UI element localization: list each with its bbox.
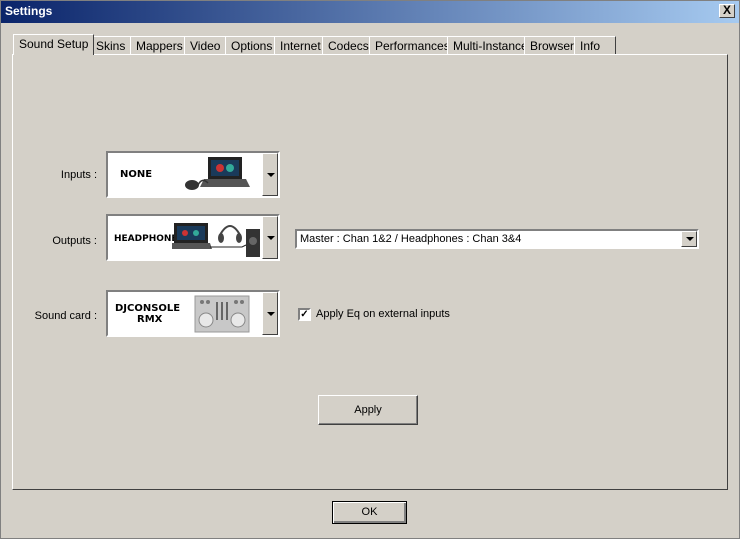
output-routing-arrow[interactable]: [681, 231, 697, 247]
sound-card-label: Sound card :: [34, 310, 97, 322]
output-routing-value: Master : Chan 1&2 / Headphones : Chan 3&…: [300, 233, 522, 245]
apply-eq-checkbox[interactable]: ✓: [298, 308, 311, 321]
tab-skins[interactable]: Skins: [90, 36, 132, 54]
inputs-device-name: NONE: [120, 169, 153, 180]
inputs-dropdown-arrow[interactable]: [262, 153, 278, 196]
tab-multi-instance[interactable]: Multi-Instance: [447, 36, 534, 54]
outputs-dropdown-arrow[interactable]: [262, 216, 278, 259]
sound-card-name-line2: RMX: [137, 314, 163, 325]
sound-card-dropdown[interactable]: DJCONSOLE RMX: [106, 290, 280, 337]
outputs-label: Outputs :: [52, 235, 97, 247]
tab-codecs[interactable]: Codecs: [322, 36, 375, 54]
dj-controller-icon: [194, 295, 250, 333]
inputs-dropdown[interactable]: NONE: [106, 151, 280, 198]
sound-card-dropdown-arrow[interactable]: [262, 292, 278, 335]
apply-button[interactable]: Apply: [318, 395, 418, 425]
output-routing-select[interactable]: Master : Chan 1&2 / Headphones : Chan 3&…: [295, 229, 699, 249]
settings-window: Settings X Sound Setup Skins Mappers Vid…: [0, 0, 740, 539]
laptop-headphones-speaker-icon: [172, 223, 260, 257]
laptop-mouse-icon: [185, 157, 250, 190]
tab-info[interactable]: Info: [574, 36, 616, 54]
close-button[interactable]: X: [719, 4, 735, 18]
tab-sound-setup[interactable]: Sound Setup: [13, 34, 95, 55]
apply-eq-label: Apply Eq on external inputs: [316, 308, 450, 320]
sound-card-name-line1: DJCONSOLE: [115, 303, 181, 314]
tab-performances[interactable]: Performances: [369, 36, 456, 54]
outputs-dropdown[interactable]: HEADPHONES: [106, 214, 280, 261]
window-title: Settings: [5, 4, 53, 18]
tab-options[interactable]: Options: [225, 36, 279, 54]
tab-mappers[interactable]: Mappers: [130, 36, 189, 54]
tab-video[interactable]: Video: [184, 36, 227, 54]
ok-button[interactable]: OK: [332, 501, 407, 524]
inputs-label: Inputs :: [60, 169, 97, 181]
title-bar[interactable]: Settings X: [1, 1, 739, 23]
tab-browser[interactable]: Browser: [524, 36, 581, 54]
tab-internet[interactable]: Internet: [274, 36, 327, 54]
